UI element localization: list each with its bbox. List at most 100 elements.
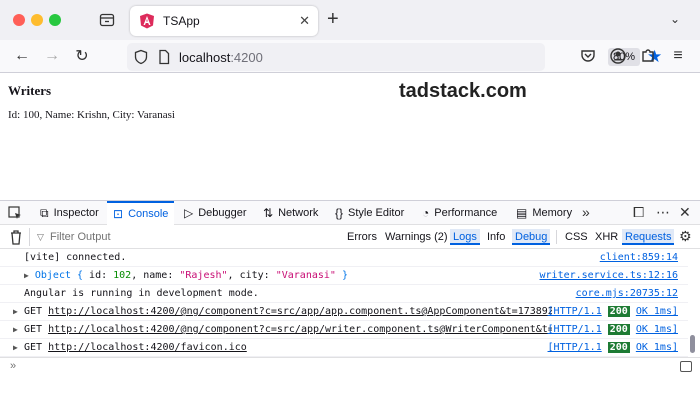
network-request-row[interactable]: ▶ GET http://localhost:4200/@ng/componen…	[0, 303, 688, 321]
expand-arrow-icon[interactable]: ▶	[13, 339, 18, 356]
close-icon[interactable]: ✕	[299, 13, 310, 29]
request-timing: OK 1ms]	[635, 342, 678, 353]
inspector-icon: ⧉	[40, 205, 49, 220]
message-text: Angular is running in development mode.	[24, 288, 259, 299]
console-message: Angular is running in development mode. …	[0, 285, 688, 303]
memory-icon: ▤	[516, 206, 528, 220]
console-input-line[interactable]: »	[0, 357, 700, 375]
filter-info[interactable]: Info	[484, 229, 508, 245]
maximize-window-button[interactable]	[49, 14, 61, 26]
gear-icon[interactable]: ⚙	[679, 228, 692, 245]
console-icon: ⊡	[113, 207, 124, 221]
expand-arrow-icon[interactable]: ▶	[13, 303, 18, 320]
expand-arrow-icon[interactable]: ▶	[13, 321, 18, 338]
expand-arrow-icon[interactable]: ▶	[24, 271, 29, 280]
element-picker-icon[interactable]	[8, 201, 26, 225]
tab-list-icon[interactable]	[99, 13, 115, 27]
url-port: :4200	[230, 50, 263, 65]
divider	[29, 228, 30, 246]
url-text[interactable]: localhost:4200	[179, 50, 263, 65]
object-close: }	[335, 270, 348, 281]
minimize-window-button[interactable]	[31, 14, 43, 26]
request-line: GET http://localhost:4200/@ng/component?…	[24, 303, 552, 320]
new-tab-icon[interactable]: +	[327, 9, 339, 29]
request-url[interactable]: http://localhost:4200/favicon.ico	[48, 342, 247, 353]
tab-label: Console	[128, 208, 169, 220]
tab-console[interactable]: ⊡ Console	[107, 201, 175, 225]
forward-icon[interactable]: →	[42, 46, 62, 66]
more-options-icon[interactable]: ⋯	[656, 204, 670, 221]
status-badge: 200	[607, 342, 630, 353]
filter-warnings[interactable]: Warnings (2)	[382, 229, 451, 245]
chevron-down-icon[interactable]: ⌄	[670, 12, 680, 26]
back-icon[interactable]: ←	[12, 46, 32, 66]
menu-icon[interactable]: ≡	[668, 46, 688, 66]
request-method: GET	[24, 324, 43, 335]
debugger-icon: ▷	[184, 206, 194, 220]
message-source-link[interactable]: client:859:14	[600, 249, 678, 266]
more-tabs-icon[interactable]: »	[582, 204, 590, 220]
request-status[interactable]: [HTTP/1.1 200 OK 1ms]	[548, 339, 678, 356]
filter-logs[interactable]: Logs	[450, 229, 480, 245]
close-window-button[interactable]	[13, 14, 25, 26]
network-request-row[interactable]: ▶ GET http://localhost:4200/favicon.ico …	[0, 339, 688, 357]
object-value: "Varanasi"	[275, 270, 336, 281]
console-message[interactable]: ▶ Object { id: 102, name: "Rajesh", city…	[0, 267, 688, 285]
tab-performance[interactable]: ◔ Performance	[418, 201, 501, 225]
filter-xhr[interactable]: XHR	[592, 229, 621, 245]
style-editor-icon: {}	[335, 206, 344, 220]
object-value: 102	[113, 270, 132, 281]
filter-css[interactable]: CSS	[562, 229, 591, 245]
request-method: GET	[24, 306, 43, 317]
request-method: GET	[24, 342, 43, 353]
request-timing: OK 1ms]	[635, 324, 678, 335]
extensions-icon[interactable]	[638, 46, 658, 66]
divider	[556, 230, 557, 244]
tab-label: Debugger	[198, 207, 247, 219]
console-message: [vite] connected. client:859:14	[0, 249, 688, 267]
request-status[interactable]: [HTTP/1.1 200 OK 1ms]	[548, 303, 678, 320]
close-devtools-icon[interactable]: ✕	[679, 204, 691, 221]
filter-output-input[interactable]	[34, 228, 334, 246]
url-bar[interactable]: localhost:4200 80% ★	[127, 43, 662, 71]
request-protocol: [HTTP/1.1	[547, 324, 602, 335]
url-host: localhost	[179, 50, 231, 65]
request-status[interactable]: [HTTP/1.1 200 OK 1ms]	[548, 321, 678, 338]
status-badge: 200	[607, 306, 630, 317]
writer-detail: Id: 100, Name: Krishn, City: Varanasi	[8, 109, 175, 121]
request-url[interactable]: http://localhost:4200/@ng/component?c=sr…	[48, 306, 552, 317]
filter-requests[interactable]: Requests	[622, 229, 675, 245]
message-source-link[interactable]: writer.service.ts:12:16	[540, 267, 678, 284]
network-icon: ⇅	[263, 206, 274, 220]
account-icon[interactable]	[608, 46, 628, 66]
page-icon[interactable]	[156, 49, 172, 65]
browser-tab[interactable]: TSApp ✕	[130, 6, 318, 36]
scrollbar-thumb[interactable]	[690, 335, 695, 353]
message-source-link[interactable]: core.mjs:20735:12	[576, 285, 678, 302]
console-output: [vite] connected. client:859:14 ▶ Object…	[0, 249, 688, 357]
prompt-icon: »	[10, 360, 17, 372]
angular-favicon	[140, 13, 154, 29]
shield-icon[interactable]	[133, 49, 149, 65]
trash-icon[interactable]	[9, 229, 23, 245]
split-console-icon[interactable]	[680, 361, 692, 372]
devtools-toolbar: ⧉ Inspector ⊡ Console ▷ Debugger ⇅ Network {…	[0, 201, 700, 225]
reload-icon[interactable]: ↻	[72, 46, 92, 66]
pocket-icon[interactable]	[578, 46, 598, 66]
title-bar: TSApp ✕ + ⌄	[0, 0, 700, 40]
filter-errors[interactable]: Errors	[344, 229, 380, 245]
responsive-mode-icon[interactable]: ⧠	[633, 204, 644, 221]
tab-style-editor[interactable]: {} Style Editor	[331, 201, 408, 225]
object-preview[interactable]: ▶ Object { id: 102, name: "Rajesh", city…	[24, 267, 348, 284]
tab-inspector[interactable]: ⧉ Inspector	[36, 201, 103, 225]
tab-memory[interactable]: ▤ Memory	[512, 201, 576, 225]
filter-debug[interactable]: Debug	[512, 229, 551, 245]
console-scrollbar[interactable]	[689, 249, 697, 357]
tab-debugger[interactable]: ▷ Debugger	[180, 201, 251, 225]
page-heading: Writers	[8, 83, 52, 98]
performance-icon: ◔	[422, 206, 430, 220]
request-url[interactable]: http://localhost:4200/@ng/component?c=sr…	[48, 324, 552, 335]
network-request-row[interactable]: ▶ GET http://localhost:4200/@ng/componen…	[0, 321, 688, 339]
status-badge: 200	[607, 324, 630, 335]
tab-network[interactable]: ⇅ Network	[259, 201, 322, 225]
